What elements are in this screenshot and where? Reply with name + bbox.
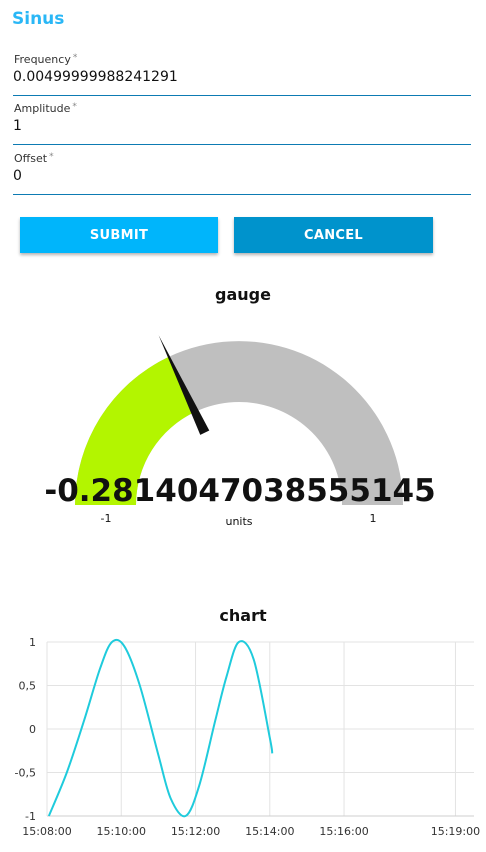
gauge-min-label: -1	[101, 512, 112, 525]
offset-input[interactable]	[13, 164, 471, 188]
line-chart: 1 0,5 0 -0,5 -1 15:08:00 15:10:00 15:12:00 15:1…	[15, 636, 481, 838]
gauge-max-label: 1	[370, 512, 377, 525]
chart-x-tick-label: 15:10:00	[97, 825, 146, 838]
gauge-value: -0.2814047038555145	[44, 473, 435, 509]
chart-y-tick-label: 0,5	[19, 680, 37, 693]
chart-x-axis: 15:08:00 15:10:00 15:12:00 15:14:00 15:16:00…	[22, 825, 480, 838]
chart-y-tick-label: 1	[29, 636, 36, 649]
offset-field[interactable]: Offset *	[13, 152, 471, 195]
chart-y-tick-label: -0,5	[15, 767, 36, 780]
amplitude-field[interactable]: Amplitude *	[13, 102, 471, 145]
gauge-units: units	[225, 515, 252, 528]
gauge: -0.2814047038555145 -1 units 1	[44, 335, 436, 528]
chart-y-tick-label: -1	[25, 810, 36, 823]
chart-x-tick-label: 15:19:00	[431, 825, 480, 838]
chart-x-tick-label: 15:16:00	[319, 825, 368, 838]
chart-x-tick-label: 15:12:00	[171, 825, 220, 838]
chart-x-tick-label: 15:14:00	[245, 825, 294, 838]
amplitude-input[interactable]	[13, 114, 471, 138]
chart-series-line	[47, 638, 274, 818]
submit-button[interactable]: SUBMIT	[20, 217, 218, 253]
group-title: Sinus	[12, 9, 65, 29]
chart-grid	[46, 641, 474, 817]
chart-y-axis: 1 0,5 0 -0,5 -1	[15, 636, 36, 823]
chart-x-tick-label: 15:08:00	[22, 825, 71, 838]
frequency-input[interactable]	[13, 65, 471, 89]
frequency-field[interactable]: Frequency *	[13, 53, 471, 96]
chart-y-tick-label: 0	[29, 723, 36, 736]
cancel-button[interactable]: CANCEL	[234, 217, 433, 253]
chart-title: chart	[219, 606, 267, 625]
